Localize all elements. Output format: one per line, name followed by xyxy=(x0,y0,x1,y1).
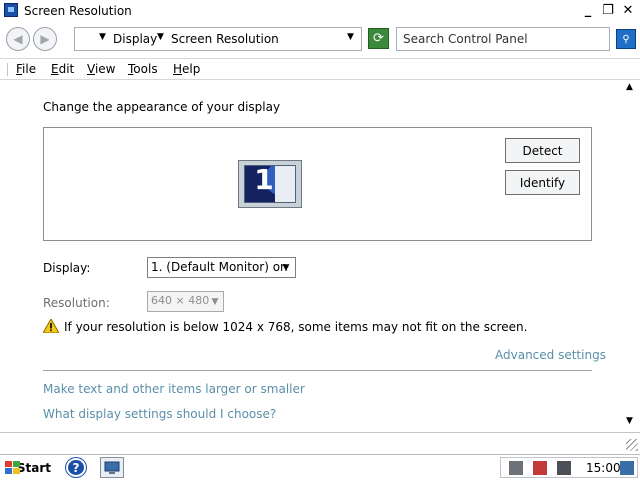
volume-muted-icon[interactable] xyxy=(557,461,571,475)
start-label: Start xyxy=(16,460,51,475)
resolution-select: 640 × 480 ▼ xyxy=(147,291,224,312)
forward-button[interactable]: ▶ xyxy=(33,27,57,51)
search-icon: ⚲ xyxy=(622,33,630,45)
content-area: Change the appearance of your display 1 … xyxy=(0,80,622,432)
window-title: Screen Resolution xyxy=(24,4,132,18)
monitor-taskbar-icon xyxy=(104,461,120,474)
breadcrumb-arrow-icon[interactable]: ▼ xyxy=(99,32,106,42)
resolution-select-value: 640 × 480 xyxy=(151,294,210,307)
text-size-link[interactable]: Make text and other items larger or smal… xyxy=(43,382,305,396)
monitor-number: 1 xyxy=(254,163,274,196)
resize-grip-icon[interactable] xyxy=(626,439,638,451)
search-placeholder: Search Control Panel xyxy=(403,32,528,46)
taskbar-control-panel-button[interactable] xyxy=(100,457,124,478)
windows-logo-icon xyxy=(5,460,20,475)
show-desktop-icon[interactable] xyxy=(620,461,634,475)
resolution-label: Resolution: xyxy=(43,296,110,310)
monitor-preview-panel: 1 Detect Identify xyxy=(43,127,592,241)
display-settings-help-link[interactable]: What display settings should I choose? xyxy=(43,407,276,421)
scroll-down-icon[interactable]: ▼ xyxy=(626,416,633,426)
chevron-down-icon: ▼ xyxy=(211,296,219,307)
divider xyxy=(43,370,592,371)
advanced-settings-link[interactable]: Advanced settings xyxy=(495,348,606,362)
clock[interactable]: 15:00 xyxy=(586,461,621,475)
menu-tools[interactable]: Tools xyxy=(128,62,158,76)
display-select-value: 1. (Default Monitor) on xyxy=(151,260,288,274)
breadcrumb-screen-resolution[interactable]: Screen Resolution xyxy=(171,32,279,46)
detect-button[interactable]: Detect xyxy=(505,138,580,163)
system-tray: 15:00 xyxy=(500,457,638,478)
status-bar xyxy=(0,432,640,454)
menu-edit[interactable]: Edit xyxy=(51,62,74,76)
start-button[interactable]: Start xyxy=(3,458,51,477)
address-row: ◀ ▶ ▼ Display ▼ Screen Resolution ▼ ⟳ Se… xyxy=(0,22,640,58)
minimize-button[interactable]: _ xyxy=(580,3,596,18)
identify-button[interactable]: Identify xyxy=(505,170,580,195)
forward-arrow-icon: ▶ xyxy=(40,32,50,46)
menu-help[interactable]: Help xyxy=(173,62,200,76)
vertical-scrollbar[interactable]: ▲ ▼ xyxy=(622,80,640,432)
menu-separator xyxy=(7,63,8,76)
address-dropdown-icon[interactable]: ▼ xyxy=(347,32,354,42)
taskbar: Start ? 15:00 xyxy=(0,454,640,480)
search-button[interactable]: ⚲ xyxy=(616,29,636,49)
breadcrumb-arrow-icon[interactable]: ▼ xyxy=(157,32,164,42)
display-label: Display: xyxy=(43,261,91,275)
menu-file[interactable]: File xyxy=(16,62,36,76)
maximize-button[interactable]: ❐ xyxy=(600,3,616,18)
refresh-button[interactable]: ⟳ xyxy=(368,28,389,49)
security-alert-icon[interactable] xyxy=(533,461,547,475)
back-button[interactable]: ◀ xyxy=(6,27,30,51)
refresh-icon: ⟳ xyxy=(373,31,384,46)
chevron-down-icon[interactable]: ▼ xyxy=(279,260,293,275)
title-bar: Screen Resolution _ ❐ ✕ xyxy=(0,0,640,22)
menu-bar: File Edit View Tools Help xyxy=(0,58,640,80)
control-panel-icon xyxy=(4,3,18,17)
search-input[interactable]: Search Control Panel xyxy=(396,27,610,51)
address-bar[interactable]: ▼ Display ▼ Screen Resolution ▼ xyxy=(74,27,362,51)
resolution-warning-text: If your resolution is below 1024 x 768, … xyxy=(64,320,528,334)
menu-view[interactable]: View xyxy=(87,62,115,76)
scroll-up-icon[interactable]: ▲ xyxy=(626,82,633,92)
back-arrow-icon: ◀ xyxy=(13,32,23,46)
network-icon[interactable] xyxy=(509,461,523,475)
close-button[interactable]: ✕ xyxy=(620,3,636,18)
help-icon[interactable]: ? xyxy=(66,458,86,477)
display-select[interactable]: 1. (Default Monitor) on ▼ xyxy=(147,257,296,278)
page-heading: Change the appearance of your display xyxy=(43,100,281,114)
warning-icon xyxy=(43,319,59,333)
breadcrumb-display[interactable]: Display xyxy=(113,32,157,46)
monitor-icon[interactable]: 1 xyxy=(238,160,302,208)
